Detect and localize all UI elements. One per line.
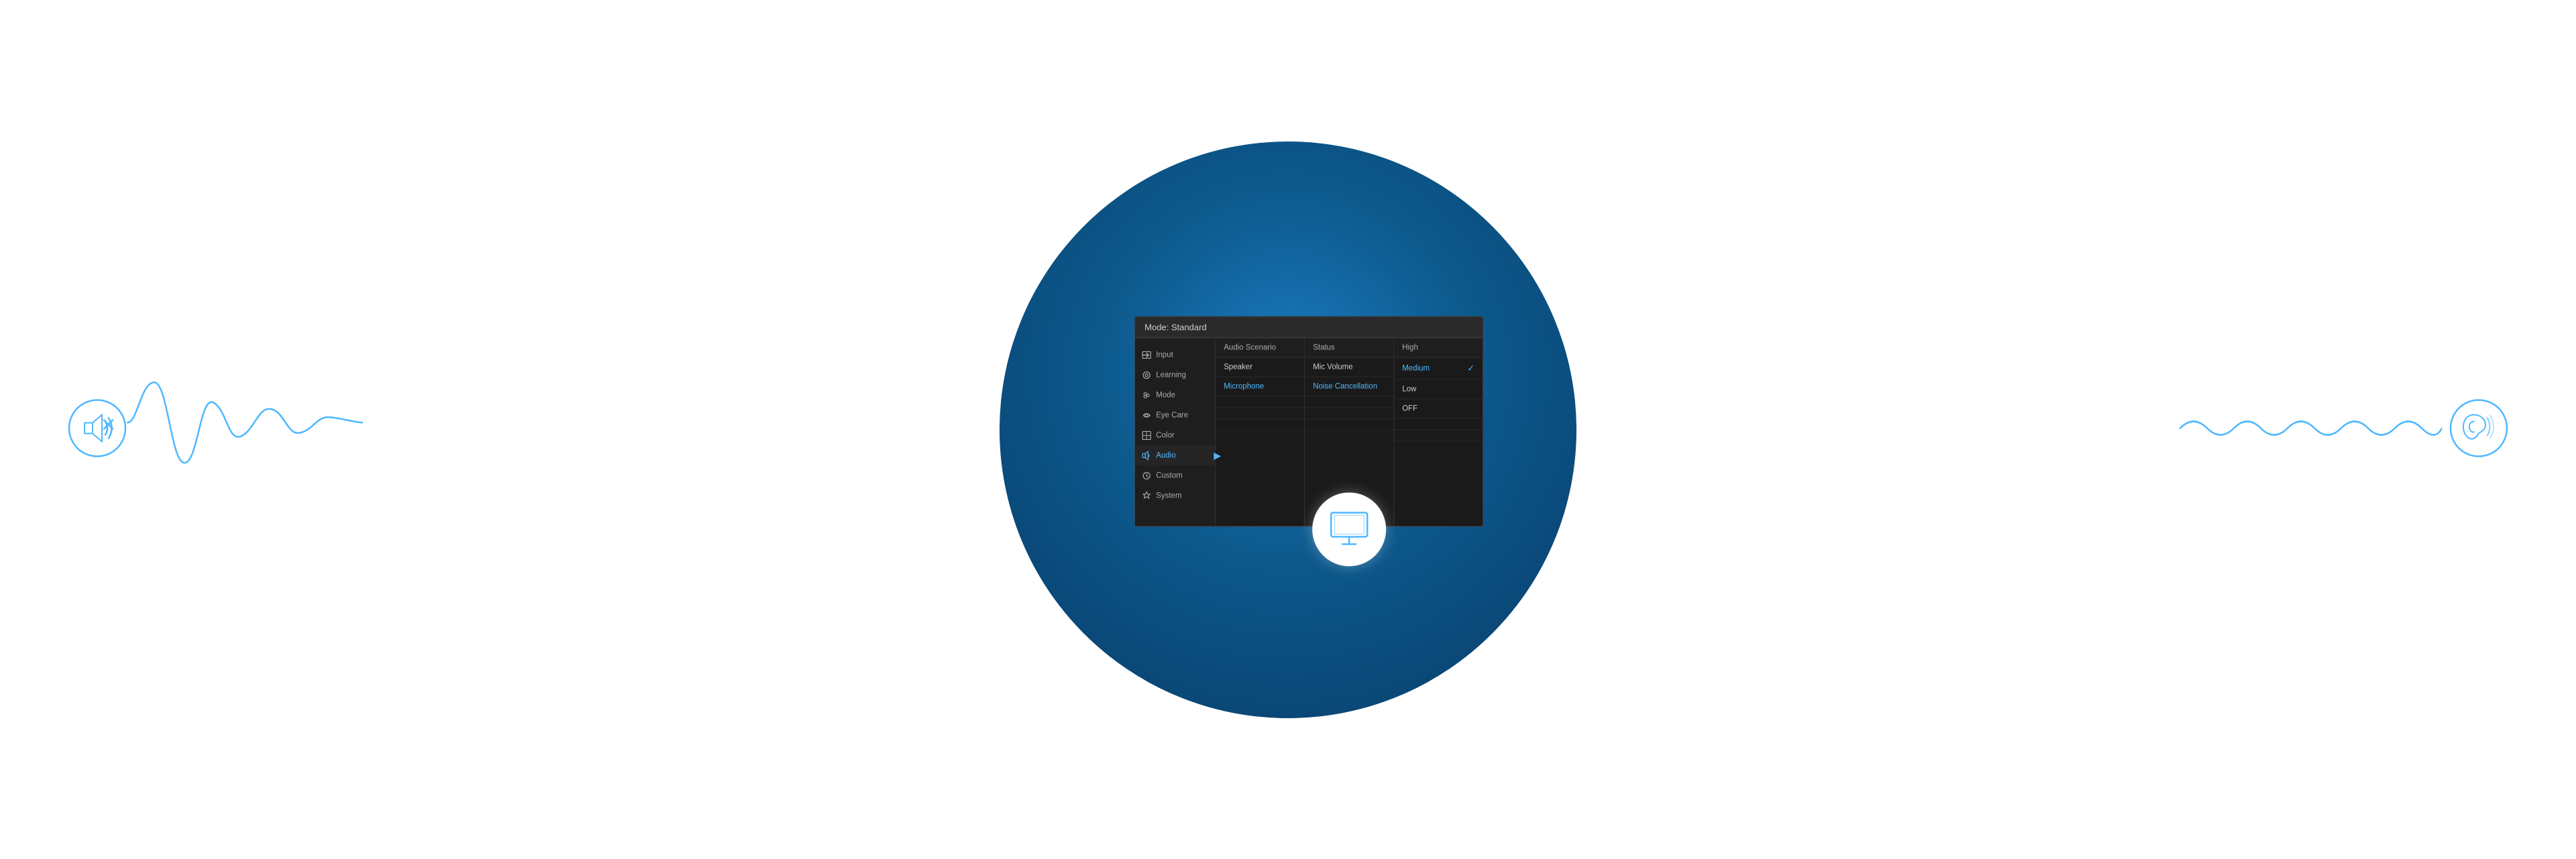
sidebar-item-audio[interactable]: Audio [1135,445,1215,465]
cell-scenario-3 [1216,396,1304,408]
soundwave-left [121,369,376,479]
titlebar-text: Mode: Standard [1144,322,1207,332]
cell-noise-cancel[interactable]: Noise Cancellation [1305,377,1393,396]
col-header-high: High [1394,338,1483,357]
cell-value-5 [1394,430,1483,441]
cell-scenario-4 [1216,408,1304,419]
cell-mic-volume[interactable]: Mic Volume [1305,357,1393,377]
sidebar-label-system: System [1156,492,1181,500]
eyecare-icon [1142,410,1151,420]
col-header-scenario: Audio Scenario [1216,338,1304,357]
sidebar-label-color: Color [1156,431,1174,439]
sidebar-item-input[interactable]: Input [1135,345,1215,365]
sidebar-item-mode[interactable]: Mode [1135,385,1215,405]
sidebar-item-system[interactable]: System [1135,485,1215,506]
monitor-icon [1312,492,1386,566]
cell-microphone[interactable]: Microphone [1216,377,1304,396]
cell-speaker[interactable]: Speaker [1216,357,1304,377]
sidebar-label-audio: Audio [1156,451,1175,459]
col-header-status: Status [1305,338,1393,357]
mode-icon [1142,390,1151,400]
cell-status-4 [1305,408,1393,419]
cell-medium[interactable]: Medium ✓ [1394,357,1483,380]
col-audio-scenario: Audio Scenario Speaker Microphone [1216,338,1305,526]
wave-right [2174,408,2442,451]
cell-off[interactable]: OFF [1394,399,1483,418]
custom-icon [1142,471,1151,480]
sidebar-item-eyecare[interactable]: Eye Care [1135,405,1215,425]
cell-scenario-5 [1216,419,1304,431]
sidebar-item-learning[interactable]: Learning [1135,365,1215,385]
nav-arrow: ▶ [1214,449,1221,461]
sidebar-label-eyecare: Eye Care [1156,411,1188,419]
sidebar-label-mode: Mode [1156,391,1175,399]
audio-icon [1142,451,1151,460]
system-icon [1142,491,1151,500]
speaker-icon [67,398,127,461]
col-value: High Medium ✓ Low OFF [1394,338,1483,526]
titlebar: Mode: Standard [1135,317,1483,338]
sidebar-label-input: Input [1156,351,1173,359]
ear-icon [2449,398,2509,461]
monitor-ui-window: Mode: Standard Input [1134,316,1483,526]
input-icon [1142,350,1151,359]
check-icon: ✓ [1467,363,1474,374]
sidebar-label-custom: Custom [1156,471,1183,479]
sidebar-item-color[interactable]: Color [1135,425,1215,445]
color-icon [1142,431,1151,440]
cell-status-3 [1305,396,1393,408]
cell-status-5 [1305,419,1393,431]
sidebar-label-learning: Learning [1156,371,1186,379]
sidebar-nav: Input Learning [1135,338,1216,526]
cell-value-4 [1394,418,1483,430]
sidebar-item-custom[interactable]: Custom [1135,465,1215,485]
cell-low[interactable]: Low [1394,380,1483,399]
learning-icon [1142,370,1151,380]
main-panel: Audio Scenario Speaker Microphone Sta [1216,338,1483,526]
